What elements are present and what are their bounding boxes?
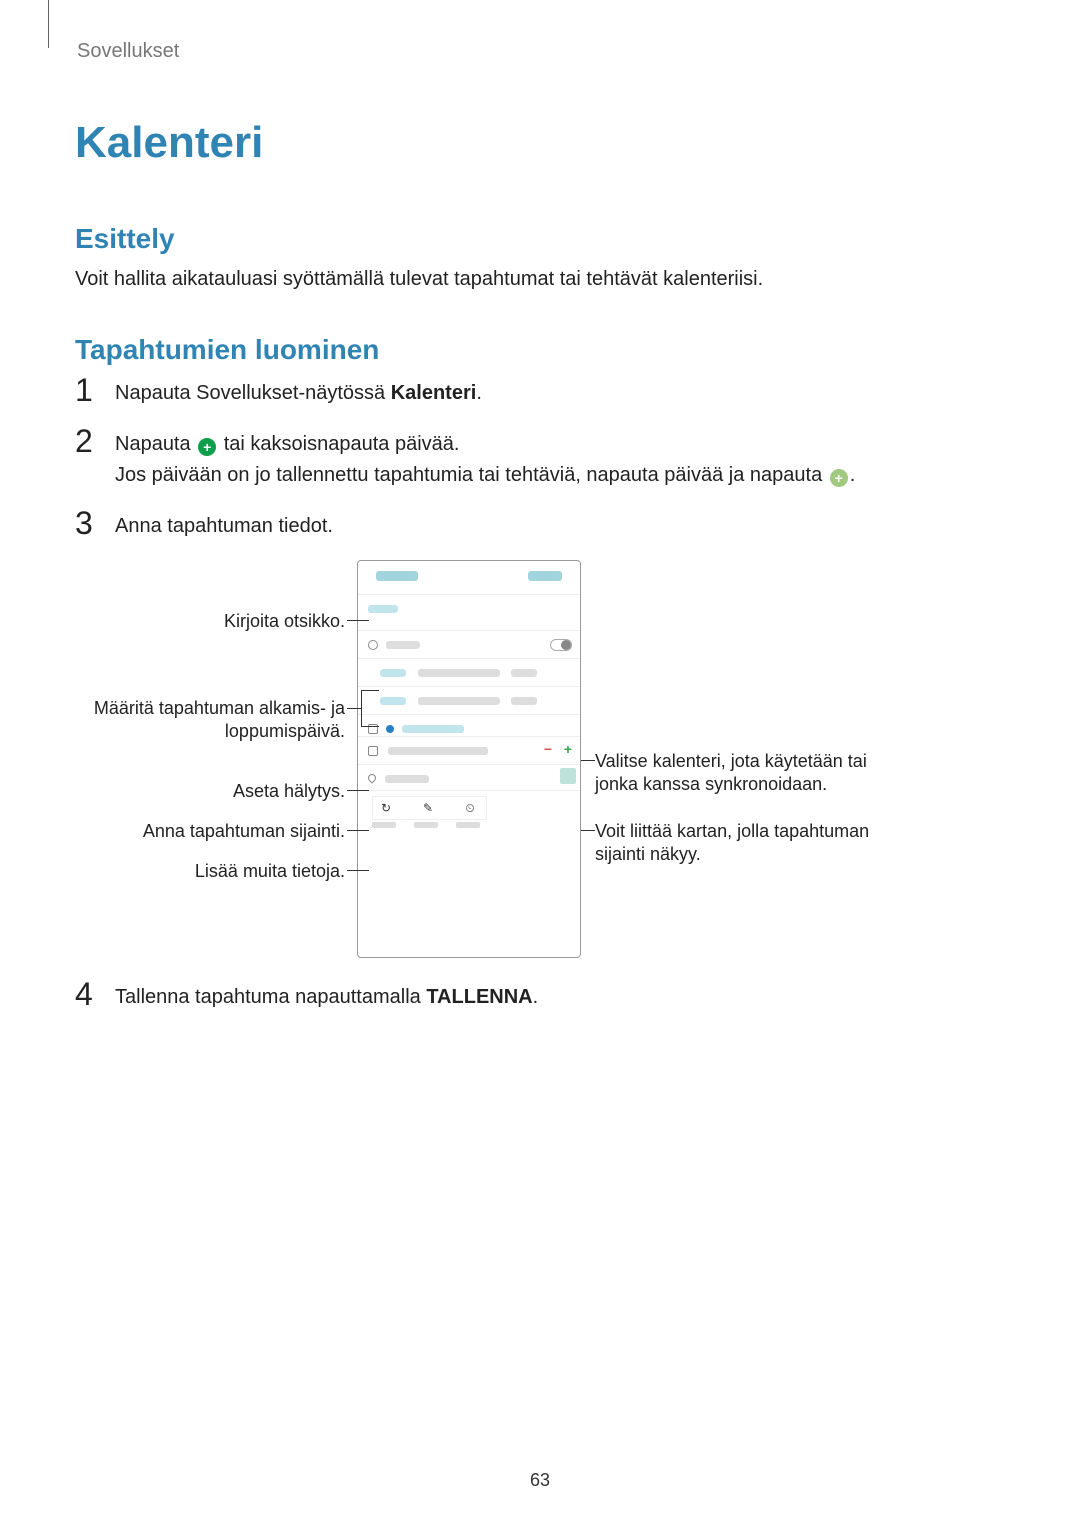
step-text: Napauta Sovellukset-näytössä Kalenteri. [115,376,1005,409]
event-figure: − + ↻ ✎ ⏲ Kirjoita otsikko. Määritä tapa… [75,560,1015,960]
end-label [380,697,406,705]
intro-heading: Esittely [75,223,1005,255]
callout-alarm: Aseta hälytys. [85,780,345,803]
start-label [380,669,406,677]
step-4: 4 Tallenna tapahtuma napauttamalla TALLE… [75,980,1005,1013]
tallenna-bold: TALLENNA [426,986,532,1008]
alarm-placeholder [388,747,488,755]
timezone-icon: ⏲ [463,801,477,815]
callout-line [581,830,595,831]
step-number: 2 [75,427,115,455]
mock-header [358,561,580,595]
map-thumbnail [560,768,576,784]
step-text: Napauta + tai kaksoisnapauta päivää. Jos… [115,427,1005,491]
mock-title-row [358,595,580,631]
mock-allday-row [358,631,580,659]
step2-line1a: Napauta [115,433,196,455]
callout-dates: Määritä tapahtuman alkamis- ja loppumisp… [85,697,345,742]
location-placeholder [385,775,429,783]
mock-extra-row: ↻ ✎ ⏲ [358,791,580,846]
step-text-pre: Napauta Sovellukset-näytössä [115,382,391,404]
step-number: 1 [75,376,115,404]
callout-choose-calendar: Valitse kalenteri, jota käytetään tai jo… [595,750,895,795]
step-text: Tallenna tapahtuma napauttamalla TALLENN… [115,980,1005,1013]
timezone-label [456,822,480,828]
allday-label [386,641,420,649]
mock-alarm-row: − + [358,737,580,765]
start-date-placeholder [418,669,500,677]
start-time-placeholder [511,669,537,677]
location-pin-icon [366,772,377,783]
callout-line [581,760,595,761]
step-1: 1 Napauta Sovellukset-näytössä Kalenteri… [75,376,1005,409]
callout-line [361,690,379,691]
create-heading: Tapahtumien luominen [75,334,1005,366]
mock-end-row [358,687,580,715]
section-header: Sovellukset [77,40,1005,63]
step-2: 2 Napauta + tai kaksoisnapauta päivää. J… [75,427,1005,491]
callout-title: Kirjoita otsikko. [85,610,345,633]
phone-mockup: − + ↻ ✎ ⏲ [357,560,581,958]
page-number: 63 [0,1470,1080,1491]
callout-location: Anna tapahtuman sijainti. [85,820,345,843]
note-icon: ✎ [421,801,435,815]
mock-calendar-row [358,715,580,737]
title-field-placeholder [368,605,398,613]
step4-pre: Tallenna tapahtuma napauttamalla [115,986,426,1008]
step-number: 4 [75,980,115,1008]
repeat-label [372,822,396,828]
page-title: Kalenteri [75,118,1005,168]
plus-icon: + [830,469,848,487]
intro-body: Voit hallita aikatauluasi syöttämällä tu… [75,265,1005,294]
callout-map: Voit liittää kartan, jolla tapahtuman si… [595,820,895,865]
end-date-placeholder [418,697,500,705]
step4-post: . [533,986,539,1008]
left-rule [48,0,49,48]
calendar-name-placeholder [402,725,464,733]
calendar-color-dot [386,725,394,733]
step-number: 3 [75,509,115,537]
step-text-post: . [476,382,482,404]
steps-list: 1 Napauta Sovellukset-näytössä Kalenteri… [75,376,1005,542]
note-label [414,822,438,828]
kalenteri-bold: Kalenteri [391,382,477,404]
mock-location-row [358,765,580,791]
remove-alarm-icon: − [544,741,552,757]
callout-line [361,726,379,727]
allday-toggle [550,639,572,651]
toggle-knob [561,640,571,650]
step2-line2a: Jos päivään on jo tallennettu tapahtumia… [115,464,828,486]
extra-labels [368,822,570,828]
callout-line [347,870,369,871]
save-placeholder [528,571,562,581]
plus-icon: + [198,438,216,456]
step-text: Anna tapahtuman tiedot. [115,509,1005,542]
callout-line [347,620,369,621]
add-alarm-icon: + [564,741,572,757]
extra-icons: ↻ ✎ ⏲ [372,796,487,820]
callout-line [347,830,369,831]
callout-line [347,790,369,791]
callout-line [347,708,361,709]
reminder-icon [368,746,378,756]
repeat-icon: ↻ [379,801,393,815]
callout-more: Lisää muita tietoja. [85,860,345,883]
step-3: 3 Anna tapahtuman tiedot. [75,509,1005,542]
step2-line2b: . [850,464,856,486]
step2-line1b: tai kaksoisnapauta päivää. [218,433,459,455]
steps-list-cont: 4 Tallenna tapahtuma napauttamalla TALLE… [75,980,1005,1013]
end-time-placeholder [511,697,537,705]
callout-line [361,690,362,726]
cancel-placeholder [376,571,418,581]
mock-start-row [358,659,580,687]
clock-icon [368,640,378,650]
